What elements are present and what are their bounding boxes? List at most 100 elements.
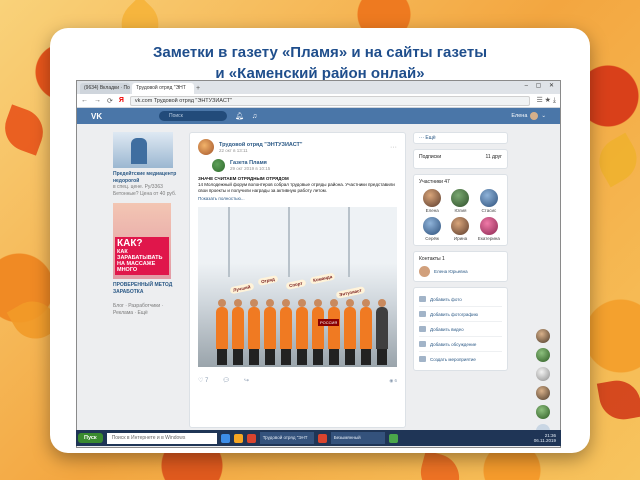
more-icon[interactable]: ··· [390,144,397,151]
taskbar-app-document[interactable]: Безымянный [330,432,385,444]
chevron-down-icon: ⌄ [541,113,546,119]
user-name: Елена [511,113,528,119]
members-header[interactable]: Участники 47 [419,179,502,185]
strip-avatar[interactable] [536,386,550,400]
strip-avatar[interactable] [536,405,550,419]
post-photo[interactable]: Лучший Отряд Спорт Команда Энтузиаст РОС… [198,207,397,367]
member-avatar [451,217,470,235]
system-tray-clock[interactable]: 21:36 06.11.2019 [534,433,559,444]
browser-menu-icons[interactable]: ☰ ★ ⤓ [536,96,556,105]
browser-screenshot: (9634) Вкладки · Почт Трудовой отряд "ЭН… [76,80,561,448]
vk-search-input[interactable]: Поиск [159,111,227,121]
window-controls[interactable]: – ▢ ✕ [525,82,557,89]
people-strip: ⋯ [536,329,554,438]
contact-item[interactable]: Елена Юрьевна [419,266,502,277]
left-ads-column: Предейтские медиацентр недорогой в спец.… [113,132,179,316]
post-author[interactable]: Трудовой отряд "ЭНТУЗИАСТ" [219,142,303,148]
music-icon[interactable]: ♫ [252,113,257,120]
start-button[interactable]: Пуск [78,433,103,443]
ad2-promo-text: КАК ЗАРАБАТЫВАТЬ НА МАССАЖЕ МНОГО [117,249,163,273]
wall-post: Трудовой отряд "ЭНТУЗИАСТ" 22 окт в 13:1… [189,132,406,428]
new-tab-button[interactable]: + [196,83,200,94]
share-icon[interactable]: ↪ [244,377,249,384]
taskbar-search-input[interactable]: Поиск в Интернете и в Windows [106,432,217,444]
browser-icon[interactable] [246,433,256,443]
yandex-icon[interactable]: Я [119,97,124,104]
post-date[interactable]: 22 окт в 13:11 [219,148,303,153]
contacts-label: Контакты [419,256,441,262]
person-figure [296,299,308,365]
app-icon[interactable] [388,433,398,443]
photo-sign: Команда [309,272,336,285]
taskbar-app-browser[interactable]: Трудовой отряд "ЭНТ [259,432,314,444]
person-figure [312,299,324,365]
folder-icon[interactable] [233,433,243,443]
explorer-icon[interactable] [220,433,230,443]
person-figure [232,299,244,365]
add-video-label: Добавить видео [430,326,464,332]
member-item[interactable]: Юлия [447,189,473,213]
subscriptions-label: Подписки [419,154,442,160]
member-name: Юлия [454,208,467,213]
comment-icon[interactable]: 💬︎ [222,377,230,384]
member-item[interactable]: Стасис [476,189,502,213]
members-grid: Елена Юлия Стасис Серёж Ирина Екатерина [419,189,502,241]
ad-image-1[interactable] [113,132,173,168]
vk-logo[interactable]: VK [91,112,151,121]
add-video-button[interactable]: Добавить видео [419,321,502,336]
create-event-button[interactable]: Создать мероприятие [419,351,502,366]
photo-flag: РОССИЯ [318,319,340,326]
more-label: Ещё [425,135,436,141]
address-input[interactable]: vk.com Трудовой отряд "ЭНТУЗИАСТ" [129,95,531,106]
members-label: Участники [419,179,443,185]
strip-avatar[interactable] [536,348,550,362]
repost-date: 29 окт 2019 в 10:15 [230,166,271,171]
contact-avatar [419,266,430,277]
member-item[interactable]: Екатерина [476,217,502,241]
member-avatar [423,189,442,207]
address-bar-row: ← → ⟳ Я vk.com Трудовой отряд "ЭНТУЗИАСТ… [77,94,560,108]
more-menu-button[interactable]: ··· Ещё [413,132,508,144]
tab-mail[interactable]: (9634) Вкладки · Почт [80,83,130,94]
group-avatar[interactable] [198,139,214,155]
member-name: Елена [425,208,439,213]
member-item[interactable]: Елена [419,189,445,213]
tab-vk-group[interactable]: Трудовой отряд "ЭНТ [132,83,194,94]
subscriptions-header: Подписки 11 друг [419,154,502,160]
subscriptions-count: 11 друг [485,154,502,160]
vk-user-menu[interactable]: Елена ⌄ [511,112,546,120]
photo-icon [419,311,426,317]
photo-sign: Лучший [229,282,255,295]
repost-header: Газета Пламя 29 окт 2019 в 10:15 [190,157,405,174]
strip-avatar[interactable] [536,329,550,343]
reload-icon[interactable]: ⟳ [107,97,113,105]
bell-icon[interactable]: 🔔︎ [235,112,244,120]
footer-links[interactable]: Блог · Разработчики · Реклама · Ещё [113,303,179,316]
member-name: Ирина [453,236,468,241]
leaf-decoration [0,104,50,156]
strip-avatar[interactable] [536,367,550,381]
ad2-promo: КАК? КАК ЗАРАБАТЫВАТЬ НА МАССАЖЕ МНОГО [115,237,169,275]
photo-sign: Спорт [285,279,307,290]
add-photograph-button[interactable]: Добавить фотографию [419,306,502,321]
member-avatar [423,217,442,235]
windows-taskbar: Пуск Поиск в Интернете и в Windows Трудо… [76,430,561,446]
member-item[interactable]: Ирина [447,217,473,241]
back-icon[interactable]: ← [81,97,88,104]
repost-avatar[interactable] [212,159,225,172]
slide-title: Заметки в газету «Пламя» и на сайты газе… [50,42,590,84]
forward-icon[interactable]: → [94,97,101,104]
like-button[interactable]: ♡ 7 [198,377,208,384]
member-item[interactable]: Серёж [419,217,445,241]
person-figure [360,299,372,365]
show-more-link[interactable]: Показать полностью... [190,196,405,201]
person-figure [376,299,388,365]
contacts-header[interactable]: Контакты 1 [419,256,502,262]
add-photo-button[interactable]: Добавить фото [419,292,502,306]
ad1-title[interactable]: Предейтские медиацентр недорогой [113,171,179,184]
app-icon[interactable] [317,433,327,443]
subscriptions-box[interactable]: Подписки 11 друг [413,149,508,169]
add-discussion-button[interactable]: Добавить обсуждение [419,336,502,351]
ad-image-2[interactable]: КАК? КАК ЗАРАБАТЫВАТЬ НА МАССАЖЕ МНОГО [113,203,171,279]
ad2-title[interactable]: ПРОВЕРЕННЫЙ МЕТОД ЗАРАБОТКА [113,282,179,295]
